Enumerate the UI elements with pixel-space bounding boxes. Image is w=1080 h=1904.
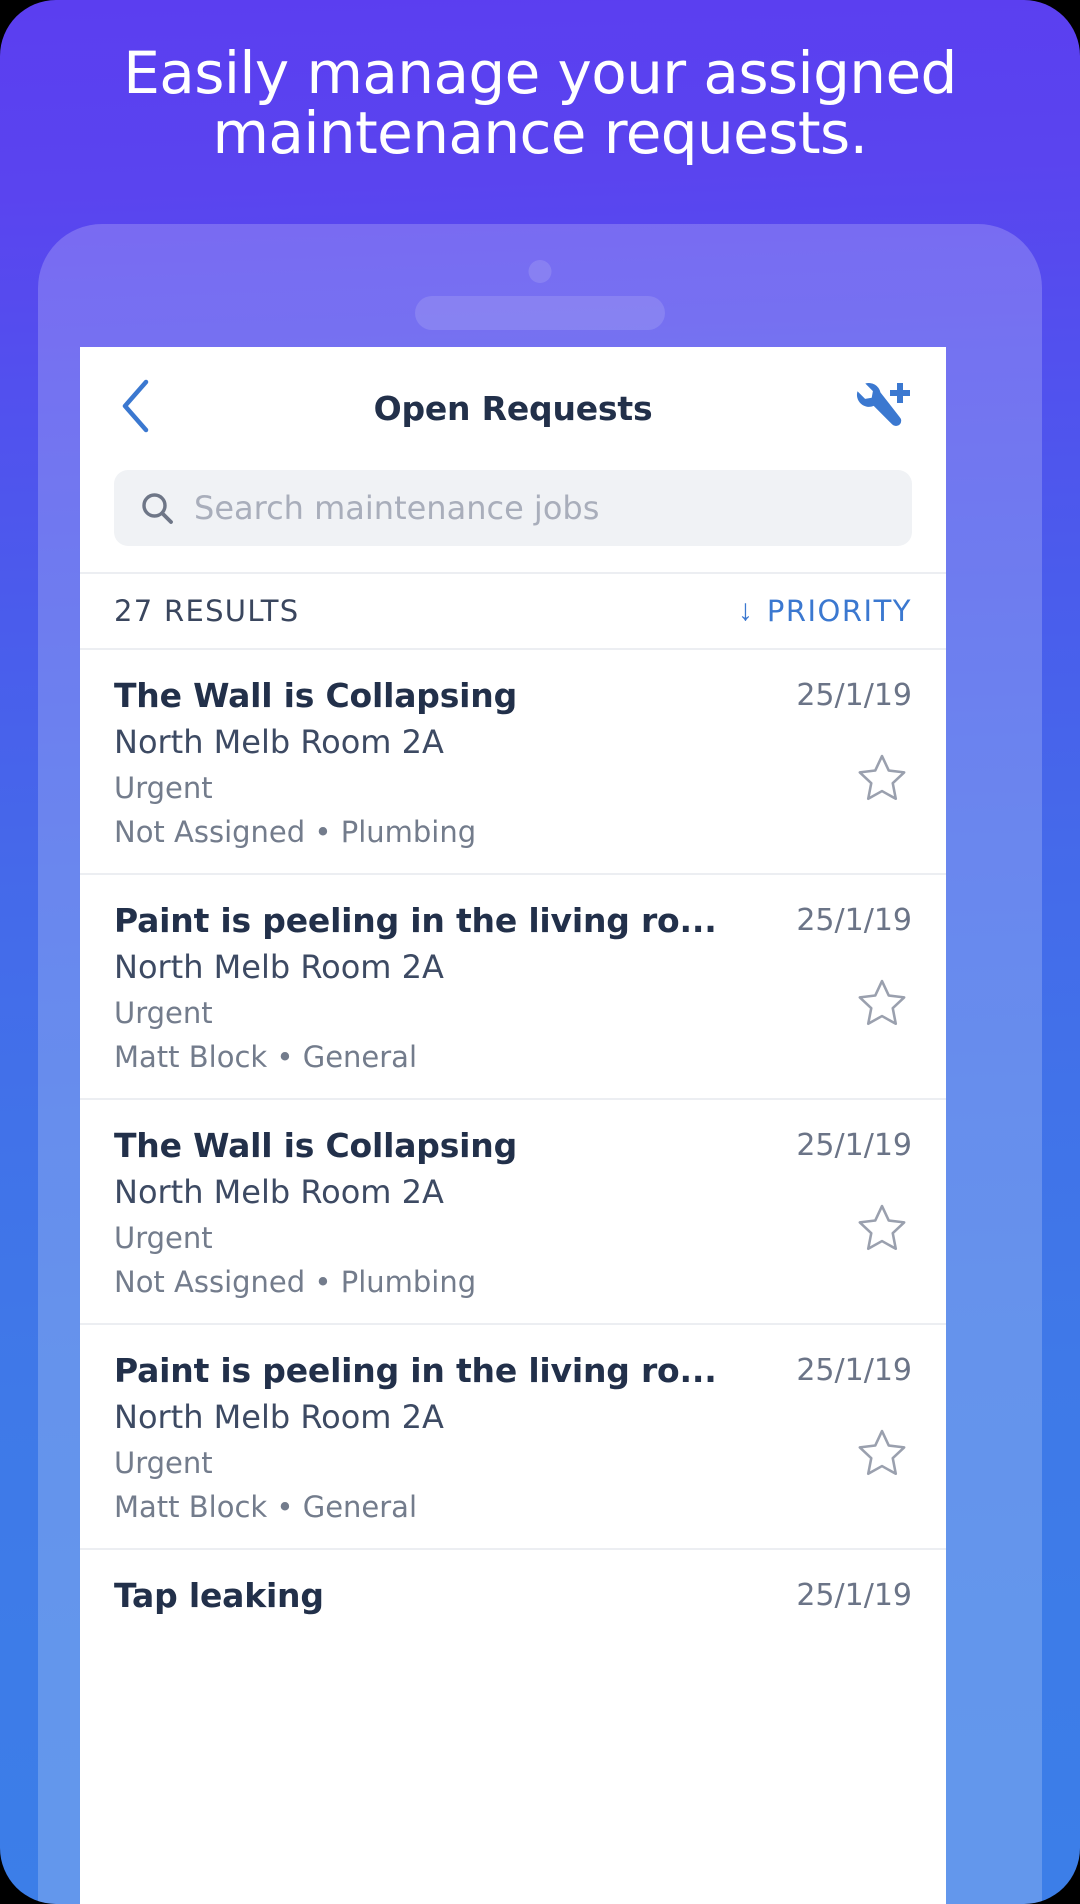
request-date: 25/1/19	[796, 903, 912, 938]
sort-label: PRIORITY	[766, 594, 912, 628]
results-bar: 27 RESULTS ↓ PRIORITY	[80, 572, 946, 648]
promo-headline: Easily manage your assigned maintenance …	[60, 39, 1020, 167]
search-input[interactable]	[194, 489, 886, 527]
request-priority: Urgent	[114, 1446, 213, 1480]
request-list-item[interactable]: Paint is peeling in the living ro... Nort…	[80, 1323, 946, 1548]
request-priority: Urgent	[114, 1221, 213, 1255]
request-date: 25/1/19	[796, 1578, 912, 1613]
request-priority: Urgent	[114, 771, 213, 805]
request-meta: Not Assigned • Plumbing	[114, 1265, 477, 1299]
favourite-star-icon[interactable]	[854, 750, 910, 806]
wrench-plus-icon	[856, 379, 914, 438]
request-date: 25/1/19	[796, 1353, 912, 1388]
request-date: 25/1/19	[796, 1128, 912, 1163]
headline-line-2: maintenance requests.	[212, 98, 869, 167]
search-field[interactable]	[114, 470, 912, 546]
request-list-item[interactable]: Tap leaking 25/1/19	[80, 1548, 946, 1647]
request-list-item[interactable]: The Wall is Collapsing North Melb Room 2A…	[80, 1098, 946, 1323]
search-section	[80, 470, 946, 572]
request-location: North Melb Room 2A	[114, 723, 444, 761]
request-list: The Wall is Collapsing North Melb Room 2A…	[80, 648, 946, 1647]
results-count: 27 RESULTS	[114, 594, 300, 628]
request-meta: Matt Block • General	[114, 1040, 418, 1074]
request-title: The Wall is Collapsing	[114, 1126, 517, 1165]
sort-priority-button[interactable]: ↓ PRIORITY	[738, 594, 912, 628]
promo-canvas: Easily manage your assigned maintenance …	[0, 0, 1080, 1904]
headline-line-1: Easily manage your assigned	[123, 39, 957, 107]
request-location: North Melb Room 2A	[114, 1398, 444, 1436]
request-title: Paint is peeling in the living ro...	[114, 901, 717, 940]
request-location: North Melb Room 2A	[114, 1173, 444, 1211]
request-meta: Matt Block • General	[114, 1490, 418, 1524]
request-list-item[interactable]: Paint is peeling in the living ro... Nort…	[80, 873, 946, 1098]
app-screen: Open Requests Search maintenance jobs 27…	[80, 347, 946, 1904]
favourite-star-icon[interactable]	[854, 1425, 910, 1481]
favourite-star-icon[interactable]	[854, 975, 910, 1031]
phone-camera-dot	[528, 260, 552, 283]
nav-bar: Open Requests	[80, 347, 946, 470]
request-title: Paint is peeling in the living ro...	[114, 1351, 717, 1390]
phone-speaker-grill	[415, 296, 665, 330]
add-job-button[interactable]	[842, 347, 928, 470]
search-icon	[140, 491, 174, 525]
request-title: The Wall is Collapsing	[114, 676, 517, 715]
request-priority: Urgent	[114, 996, 213, 1030]
request-meta: Not Assigned • Plumbing	[114, 815, 477, 849]
favourite-star-icon[interactable]	[854, 1200, 910, 1256]
page-title: Open Requests	[373, 389, 653, 428]
request-date: 25/1/19	[796, 678, 912, 713]
arrow-down-icon: ↓	[737, 594, 753, 627]
request-list-item[interactable]: The Wall is Collapsing North Melb Room 2A…	[80, 648, 946, 873]
request-location: North Melb Room 2A	[114, 948, 444, 986]
request-title: Tap leaking	[114, 1576, 324, 1615]
